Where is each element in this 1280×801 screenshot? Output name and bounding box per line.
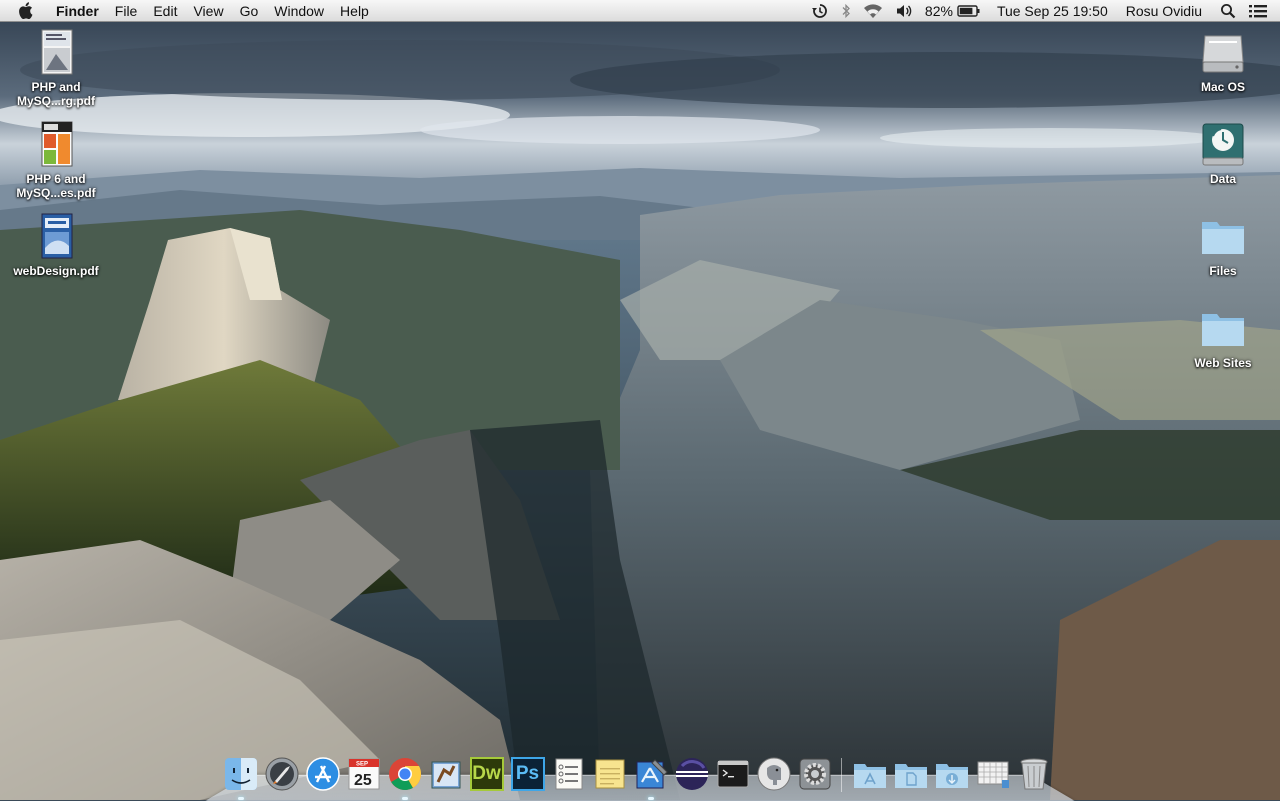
eclipse-icon [674, 756, 710, 792]
mail-icon [428, 756, 464, 792]
desktop-drive-label: Data [1209, 172, 1236, 186]
chrome-icon [387, 756, 423, 792]
folder-icon [1199, 212, 1247, 260]
pdf-document-icon [32, 28, 80, 76]
desktop-folder-label: Web Sites [1194, 356, 1252, 370]
folder-icon [1199, 304, 1247, 352]
desktop-drive-mac-os[interactable]: Mac OS [1173, 28, 1273, 94]
notification-center-icon[interactable] [1248, 3, 1268, 19]
menu-go[interactable]: Go [232, 0, 267, 22]
dock-finder[interactable] [220, 752, 261, 800]
notes-icon [592, 756, 628, 792]
applications-stack-icon [852, 756, 888, 792]
dock-chrome[interactable] [384, 752, 425, 800]
xcode-icon [633, 756, 669, 792]
dock-mail[interactable] [425, 752, 466, 792]
pdf-document-icon [32, 120, 80, 168]
documents-stack-icon [893, 756, 929, 792]
calendar-month: SEP [356, 762, 368, 768]
dock-launchpad[interactable] [261, 752, 302, 792]
dock-reminders[interactable] [548, 752, 589, 792]
desktop-file-label: webDesign.pdf [13, 264, 99, 278]
dock-notes[interactable] [589, 752, 630, 792]
dock-terminal[interactable] [712, 752, 753, 792]
battery-percent[interactable]: 82% [925, 0, 953, 22]
pdf-document-icon [32, 212, 80, 260]
dock-display-stack[interactable] [972, 752, 1013, 792]
dock-eclipse[interactable] [671, 752, 712, 792]
dock-separator [835, 752, 849, 792]
volume-icon[interactable] [895, 3, 913, 19]
photoshop-label: Ps [515, 763, 540, 784]
desktop-wallpaper [0, 0, 1280, 800]
desktop-drive-label: Mac OS [1200, 80, 1245, 94]
bluetooth-icon[interactable] [841, 3, 851, 19]
launchpad-icon [264, 756, 300, 792]
trash-icon [1016, 756, 1052, 792]
menu-help[interactable]: Help [332, 0, 377, 22]
dock-system-preferences[interactable] [794, 752, 835, 792]
menu-file[interactable]: File [107, 0, 146, 22]
reminders-icon [551, 756, 587, 792]
dock-trash[interactable] [1013, 752, 1054, 792]
battery-icon[interactable] [957, 4, 981, 18]
desktop-file-label: PHP and MySQ...rg.pdf [17, 80, 95, 108]
desktop-folder-files[interactable]: Files [1173, 212, 1273, 278]
desktop-file-webdesign-pdf[interactable]: webDesign.pdf [6, 212, 106, 278]
dock-applications-stack[interactable] [849, 752, 890, 792]
downloads-stack-icon [934, 756, 970, 792]
calendar-icon: SEP 25 [346, 756, 382, 792]
finder-icon [223, 756, 259, 792]
desktop-folder-web-sites[interactable]: Web Sites [1173, 304, 1273, 370]
menu-app-finder[interactable]: Finder [52, 0, 107, 22]
dock-dreamweaver[interactable]: Dw [466, 752, 507, 792]
dock-calendar[interactable]: SEP 25 [343, 752, 384, 792]
menu-window[interactable]: Window [266, 0, 332, 22]
sequel-pro-icon [756, 756, 792, 792]
spotlight-icon[interactable] [1220, 3, 1236, 19]
dock-documents-stack[interactable] [890, 752, 931, 792]
terminal-icon [715, 756, 751, 792]
dock: SEP 25 Dw Ps [220, 748, 1054, 800]
dreamweaver-icon: Dw [469, 756, 505, 792]
menu-view[interactable]: View [185, 0, 231, 22]
time-machine-drive-icon [1199, 120, 1247, 168]
photoshop-icon: Ps [510, 756, 546, 792]
desktop-folder-label: Files [1209, 264, 1237, 278]
dock-app-store[interactable] [302, 752, 343, 792]
wifi-icon[interactable] [863, 3, 883, 19]
desktop-file-label: PHP 6 and MySQ...es.pdf [16, 172, 96, 200]
desktop-file-php6-mysql-pdf[interactable]: PHP 6 and MySQ...es.pdf [6, 120, 106, 200]
menu-clock[interactable]: Tue Sep 25 19:50 [997, 0, 1108, 22]
hard-drive-icon [1199, 28, 1247, 76]
menu-bar: Finder File Edit View Go Window Help 82%… [0, 0, 1280, 22]
calendar-day: 25 [354, 772, 372, 789]
dock-sequel-pro[interactable] [753, 752, 794, 792]
system-preferences-icon [797, 756, 833, 792]
desktop-file-php-mysql-pdf[interactable]: PHP and MySQ...rg.pdf [6, 28, 106, 108]
menu-edit[interactable]: Edit [145, 0, 185, 22]
display-stack-icon [975, 756, 1011, 792]
dock-downloads-stack[interactable] [931, 752, 972, 792]
apple-icon[interactable] [18, 2, 38, 19]
desktop-drive-data[interactable]: Data [1173, 120, 1273, 186]
time-machine-icon[interactable] [811, 3, 829, 19]
dreamweaver-label: Dw [472, 763, 501, 784]
dock-xcode[interactable] [630, 752, 671, 800]
menu-user-name[interactable]: Rosu Ovidiu [1126, 0, 1202, 22]
dock-photoshop[interactable]: Ps [507, 752, 548, 792]
app-store-icon [305, 756, 341, 792]
